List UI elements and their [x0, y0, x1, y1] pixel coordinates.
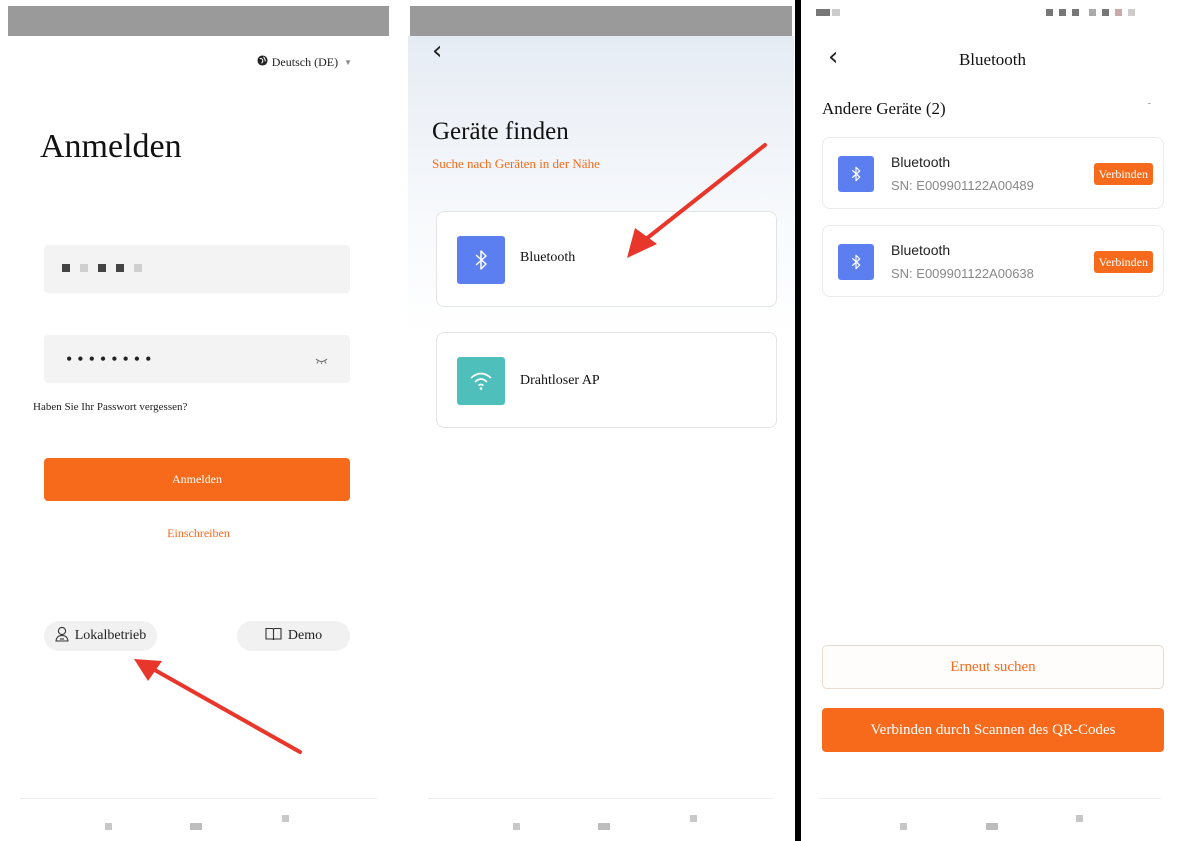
register-link[interactable]: Einschreiben: [0, 526, 397, 541]
forgot-password-link[interactable]: Haben Sie Ihr Passwort vergessen?: [33, 401, 187, 413]
section-title: Andere Geräte (2): [822, 99, 946, 118]
nav-item[interactable]: [190, 823, 202, 830]
bluetooth-option-card[interactable]: Bluetooth: [436, 211, 777, 307]
account-field[interactable]: [44, 245, 350, 293]
device-card[interactable]: Bluetooth SN: E009901122A00489 Verbinden: [822, 137, 1164, 209]
nav-item[interactable]: [986, 823, 998, 830]
login-screen: Deutsch (DE) ▼ Anmelden •••••••• Haben S…: [0, 0, 397, 841]
device-name: Bluetooth: [891, 154, 951, 170]
bottom-nav: [428, 798, 774, 841]
bluetooth-icon: [838, 156, 874, 192]
login-button[interactable]: Anmelden: [44, 458, 350, 501]
device-card[interactable]: Bluetooth SN: E009901122A00638 Verbinden: [822, 225, 1164, 297]
wifi-icon: [457, 357, 505, 405]
bluetooth-option-label: Bluetooth: [520, 250, 576, 265]
local-mode-label: Lokalbetrieb: [74, 628, 147, 643]
page-title: Anmelden: [40, 128, 182, 165]
nav-item[interactable]: [1076, 815, 1083, 822]
language-label: Deutsch (DE): [271, 55, 339, 69]
demo-label: Demo: [287, 628, 323, 643]
demo-button[interactable]: Demo: [237, 621, 350, 651]
nav-item[interactable]: [900, 823, 907, 830]
wireless-ap-option-card[interactable]: Drahtloser AP: [436, 332, 777, 428]
device-serial: SN: E009901122A00638: [891, 266, 1034, 281]
nav-item[interactable]: [513, 823, 520, 830]
bottom-nav: [818, 798, 1161, 841]
password-field[interactable]: ••••••••: [44, 335, 350, 383]
user-icon: [55, 626, 69, 647]
panel-divider: [795, 0, 801, 841]
device-name: Bluetooth: [891, 242, 951, 258]
nav-item[interactable]: [282, 815, 289, 822]
status-bar: [8, 6, 389, 36]
bluetooth-icon: [838, 244, 874, 280]
nav-item[interactable]: [105, 823, 112, 830]
page-title: Bluetooth: [958, 50, 1027, 69]
local-mode-button[interactable]: Lokalbetrieb: [44, 621, 157, 651]
back-chevron-icon[interactable]: ‹: [432, 36, 442, 66]
nav-item[interactable]: [598, 823, 610, 830]
page-subtitle: Suche nach Geräten in der Nähe: [432, 156, 600, 171]
eye-closed-icon[interactable]: [315, 355, 328, 367]
connect-button[interactable]: Verbinden: [1093, 163, 1153, 185]
bottom-nav: [20, 798, 377, 841]
page-title: Geräte finden: [432, 118, 569, 145]
globe-icon: [257, 55, 268, 70]
caret-down-icon: ▼: [344, 58, 352, 67]
language-selector[interactable]: Deutsch (DE) ▼: [257, 55, 352, 70]
rescan-button[interactable]: Erneut suchen: [822, 645, 1164, 689]
bluetooth-icon: [457, 236, 505, 284]
wireless-ap-option-label: Drahtloser AP: [520, 373, 600, 388]
bluetooth-devices-screen: ‹ Bluetooth Andere Geräte (2) - Bluetoot…: [804, 0, 1181, 841]
password-mask: ••••••••: [66, 349, 157, 369]
redacted-account: [62, 264, 142, 272]
status-bar: [806, 0, 1179, 28]
book-icon: [265, 627, 282, 646]
scan-qr-code-button[interactable]: Verbinden durch Scannen des QR-Codes: [822, 708, 1164, 752]
connect-button[interactable]: Verbinden: [1093, 251, 1153, 273]
annotation-arrow: [134, 659, 302, 754]
find-devices-screen: ‹ Geräte finden Suche nach Geräten in de…: [408, 0, 794, 841]
device-serial: SN: E009901122A00489: [891, 178, 1034, 193]
nav-item[interactable]: [690, 815, 697, 822]
status-bar: [410, 6, 792, 36]
section-hint: -: [1147, 98, 1151, 109]
